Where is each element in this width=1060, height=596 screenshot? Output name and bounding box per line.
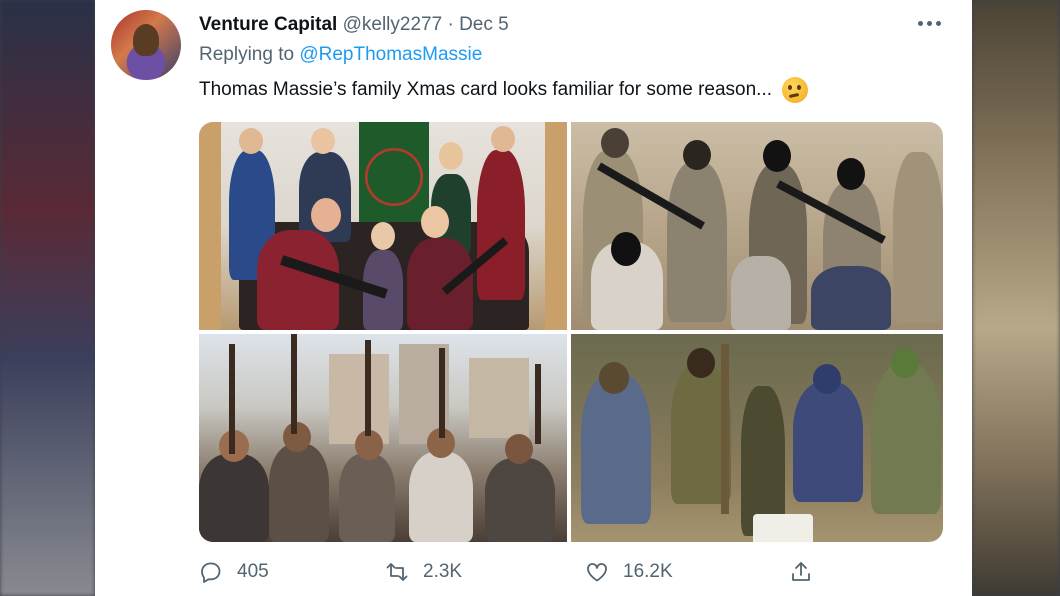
person <box>731 256 791 330</box>
person <box>667 162 727 322</box>
person <box>339 454 395 542</box>
media-photo-3[interactable] <box>199 334 567 542</box>
person-head <box>837 158 865 190</box>
christmas-tree <box>359 122 429 232</box>
person <box>811 266 891 330</box>
person <box>485 458 555 542</box>
more-dot <box>926 20 932 26</box>
person-head <box>763 140 791 172</box>
tweet-body: Thomas Massie’s family Xmas card looks f… <box>199 79 772 100</box>
door-frame <box>199 122 221 330</box>
person-head <box>683 140 711 170</box>
tweet-date[interactable]: Dec 5 <box>459 14 509 35</box>
rifle <box>535 364 541 444</box>
person <box>269 444 329 542</box>
media-grid[interactable] <box>199 122 943 542</box>
person <box>407 238 473 330</box>
more-dot <box>917 20 923 26</box>
avatar[interactable] <box>111 10 181 80</box>
tweet-actions: 405 2.3K 16.2K <box>199 560 943 590</box>
retweet-button[interactable]: 2.3K <box>385 560 462 584</box>
media-photo-2[interactable] <box>571 122 943 330</box>
tweet-card: Venture Capital @kelly2277 · Dec 5 Reply… <box>95 0 972 596</box>
person-head <box>283 422 311 452</box>
person <box>409 452 473 542</box>
reply-icon <box>201 562 221 583</box>
author-handle[interactable]: @kelly2277 <box>343 14 443 35</box>
reply-prefix: Replying to <box>199 44 295 65</box>
blurred-background-right <box>972 0 1060 596</box>
person-head <box>505 434 533 464</box>
person <box>477 150 525 300</box>
person-head <box>239 128 263 154</box>
media-photo-1[interactable] <box>199 122 567 330</box>
reply-mention-link[interactable]: @RepThomasMassie <box>299 44 482 65</box>
person <box>871 364 941 514</box>
person-head <box>491 126 515 152</box>
person-head <box>611 232 641 266</box>
media-photo-4[interactable] <box>571 334 943 542</box>
tweet-header: Venture Capital @kelly2277 · Dec 5 <box>199 13 509 37</box>
building <box>469 358 529 438</box>
more-dot <box>935 20 941 26</box>
person-head <box>439 142 463 170</box>
author-name[interactable]: Venture Capital <box>199 14 337 35</box>
share-button[interactable] <box>789 560 813 584</box>
ammo-belt <box>721 344 729 514</box>
person-head <box>687 348 715 378</box>
like-button[interactable]: 16.2K <box>585 560 673 584</box>
separator-dot: · <box>447 14 454 35</box>
rifle <box>439 348 445 438</box>
door-frame <box>545 122 567 330</box>
thinking-face-icon <box>782 77 808 103</box>
person-head <box>599 362 629 394</box>
person-head <box>311 128 335 154</box>
rifle <box>229 344 235 454</box>
person-head <box>813 364 841 394</box>
person-head <box>371 222 395 250</box>
person <box>893 152 943 322</box>
like-count: 16.2K <box>623 561 673 582</box>
reply-count: 405 <box>237 561 269 582</box>
like-icon <box>587 563 607 582</box>
building <box>329 354 389 444</box>
person-head <box>311 198 341 232</box>
person-head <box>891 348 919 378</box>
tweet-text: Thomas Massie’s family Xmas card looks f… <box>199 77 808 103</box>
reply-context: Replying to @RepThomasMassie <box>199 44 482 66</box>
share-icon <box>792 562 810 581</box>
rifle <box>291 334 297 434</box>
blurred-background-left <box>0 0 95 596</box>
watermark-logo <box>753 514 813 542</box>
person <box>199 454 269 542</box>
rifle <box>365 340 371 436</box>
retweet-count: 2.3K <box>423 561 463 582</box>
person <box>793 382 863 502</box>
more-options-icon[interactable] <box>911 10 947 36</box>
person-head <box>421 206 449 238</box>
person <box>581 374 651 524</box>
reply-button[interactable]: 405 <box>199 560 269 584</box>
person-head <box>601 128 629 158</box>
avatar-hair <box>133 24 159 56</box>
retweet-icon <box>386 563 408 581</box>
